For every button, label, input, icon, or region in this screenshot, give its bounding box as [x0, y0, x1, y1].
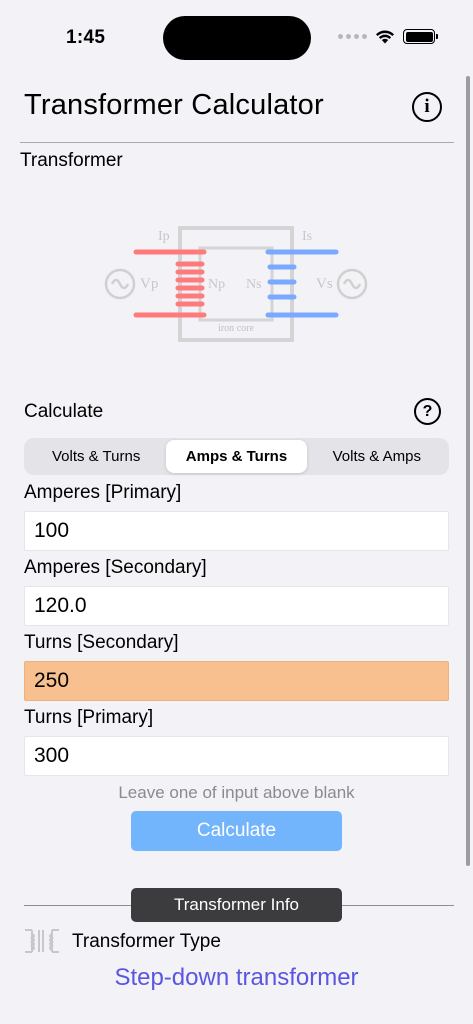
- amperes-primary-field[interactable]: 100: [24, 511, 449, 551]
- status-time: 1:45: [66, 27, 106, 48]
- turns-primary-field[interactable]: 300: [24, 736, 449, 776]
- turns-primary-label: Turns [Primary]: [24, 707, 154, 728]
- status-bar: 1:45: [0, 0, 473, 78]
- turns-secondary-label: Turns [Secondary]: [24, 632, 179, 653]
- transformer-symbol-icon: [25, 929, 59, 953]
- tab-volts-turns[interactable]: Volts & Turns: [26, 440, 166, 473]
- info-circle-icon[interactable]: i: [412, 92, 442, 122]
- tab-volts-amps[interactable]: Volts & Amps: [307, 440, 447, 473]
- turns-secondary-field[interactable]: 250: [24, 661, 449, 701]
- transformer-type-label: Transformer Type: [72, 931, 221, 952]
- transformer-type-value: Step-down transformer: [114, 964, 359, 991]
- wifi-icon: [376, 30, 394, 44]
- core-label: iron core: [218, 323, 254, 334]
- transformer-info-badge: Transformer Info: [131, 888, 342, 922]
- question-circle-icon[interactable]: ?: [414, 398, 441, 425]
- scroll-indicator[interactable]: [466, 76, 470, 866]
- battery-icon: [403, 29, 438, 44]
- ip-label: Ip: [158, 229, 170, 244]
- page-title: Transformer Calculator: [24, 89, 324, 121]
- tab-amps-turns[interactable]: Amps & Turns: [166, 440, 307, 473]
- calculate-section-label: Calculate: [24, 401, 104, 422]
- vs-label: Vs: [316, 276, 333, 292]
- amperes-primary-label: Amperes [Primary]: [24, 482, 182, 503]
- input-hint: Leave one of input above blank: [118, 783, 355, 802]
- calculation-mode-selector[interactable]: Volts & Turns Amps & Turns Volts & Amps: [24, 438, 449, 475]
- np-label: Np: [208, 277, 225, 292]
- amperes-secondary-label: Amperes [Secondary]: [24, 557, 207, 578]
- is-label: Is: [302, 229, 312, 244]
- dynamic-island: [163, 16, 311, 60]
- ns-label: Ns: [246, 277, 262, 292]
- cellular-signal-icon: [338, 34, 367, 39]
- transformer-diagram: iron core Ip Vp Np Ns Is Vs: [104, 226, 368, 342]
- vp-label: Vp: [140, 276, 158, 292]
- status-indicators: [338, 29, 438, 44]
- amperes-secondary-field[interactable]: 120.0: [24, 586, 449, 626]
- transformer-section-label: Transformer: [20, 150, 123, 171]
- calculate-button[interactable]: Calculate: [131, 811, 342, 851]
- title-divider: [20, 142, 454, 143]
